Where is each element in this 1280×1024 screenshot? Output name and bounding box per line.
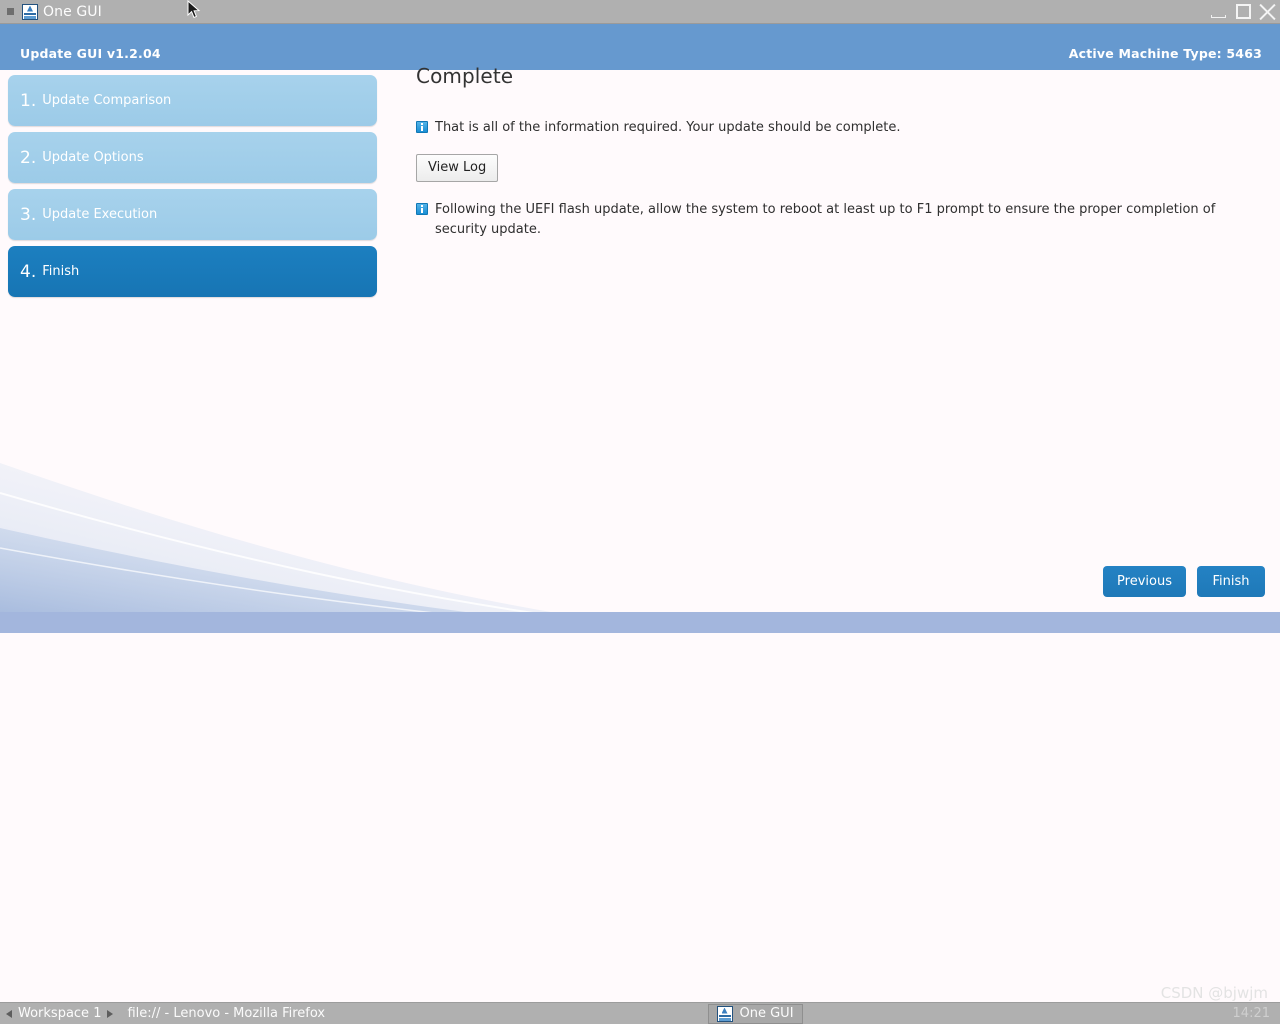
app-version-label: Update GUI v1.2.04 [20,46,161,61]
active-machine-type-label: Active Machine Type: 5463 [1068,46,1262,61]
minimize-icon[interactable] [1210,3,1228,21]
main-content: Complete That is all of the information … [416,64,1246,256]
application-window: Update GUI v1.2.04 Active Machine Type: … [0,24,1280,633]
workspace-label: Workspace 1 [18,1006,102,1021]
arrow-right-icon[interactable] [107,1009,114,1018]
step-number: 2. [20,147,37,168]
sidebar-item-update-execution[interactable]: 3. Update Execution [8,189,377,240]
task-button-one-gui[interactable]: One GUI [707,1003,803,1024]
window-titlebar[interactable]: One GUI [0,0,1280,24]
page-title: Complete [416,64,514,88]
sidebar-item-finish[interactable]: 4. Finish [8,246,377,297]
info-message-uefi: Following the UEFI flash update, allow t… [416,200,1246,240]
sidebar-item-update-comparison[interactable]: 1. Update Comparison [8,75,377,126]
monitor-icon [716,1005,733,1022]
app-footer-bar [0,612,1280,633]
monitor-icon [22,3,38,20]
view-log-button[interactable]: View Log [416,154,499,182]
close-icon[interactable] [1258,3,1276,21]
maximize-icon[interactable] [1234,3,1252,21]
info-icon [416,121,428,133]
task-button-label: One GUI [739,1006,794,1021]
window-menu-icon[interactable] [7,8,14,15]
step-number: 1. [20,90,37,111]
wizard-steps-sidebar: 1. Update Comparison 2. Update Options 3… [8,75,377,303]
step-number: 4. [20,261,37,282]
clock: 14:21 [1232,1006,1270,1021]
window-title: One GUI [43,3,102,20]
step-label: Update Options [42,150,144,165]
task-button-firefox[interactable]: file:// - Lenovo - Mozilla Firefox [119,1004,333,1024]
arrow-left-icon[interactable] [6,1009,12,1018]
step-label: Update Comparison [42,93,172,108]
info-message-text: That is all of the information required.… [435,120,901,135]
desktop-background [0,633,1280,1002]
wizard-actions: Previous Finish [1103,566,1265,597]
screen: One GUI Update GUI v1.2.04 Active Machin… [0,0,1280,1024]
swoosh-decoration [0,463,700,633]
info-message-text: Following the UEFI flash update, allow t… [435,202,1216,237]
task-button-label: file:// - Lenovo - Mozilla Firefox [127,1006,326,1021]
step-number: 3. [20,204,37,225]
info-icon [416,203,428,215]
workspace-switcher[interactable]: Workspace 1 [0,1003,119,1024]
taskbar: Workspace 1 file:// - Lenovo - Mozilla F… [0,1002,1280,1024]
window-controls [1210,0,1276,24]
step-label: Finish [42,264,80,279]
previous-button[interactable]: Previous [1103,566,1186,597]
finish-button[interactable]: Finish [1197,566,1265,597]
info-message-complete: That is all of the information required.… [416,118,1246,138]
step-label: Update Execution [42,207,158,222]
sidebar-item-update-options[interactable]: 2. Update Options [8,132,377,183]
